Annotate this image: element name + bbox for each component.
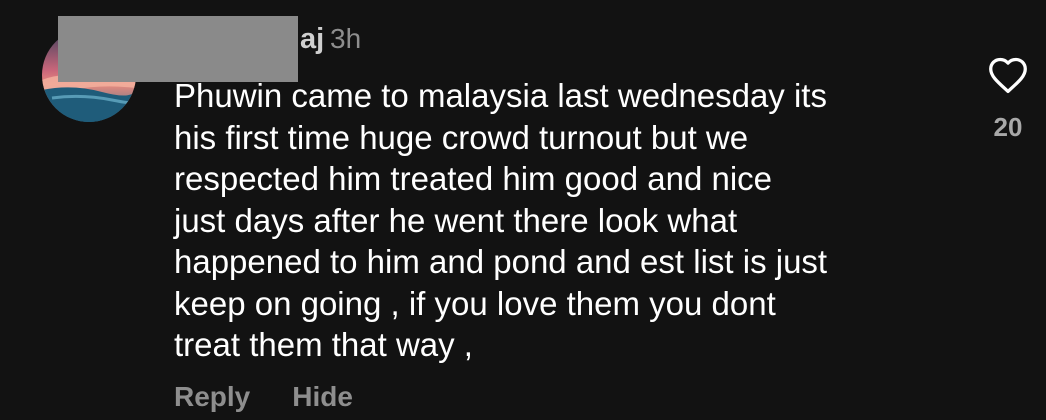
comment-actions: Reply Hide	[174, 380, 353, 414]
comment-text: Phuwin came to malaysia last wednesday i…	[174, 77, 828, 363]
username-redaction	[58, 16, 298, 82]
like-count: 20	[993, 112, 1023, 142]
heart-outline-icon[interactable]	[987, 56, 1029, 94]
like-control: 20	[980, 56, 1036, 142]
reply-button[interactable]: Reply	[174, 380, 250, 414]
username[interactable]: aj	[300, 22, 324, 56]
timestamp: 3h	[330, 23, 362, 54]
hide-button[interactable]: Hide	[292, 380, 353, 414]
